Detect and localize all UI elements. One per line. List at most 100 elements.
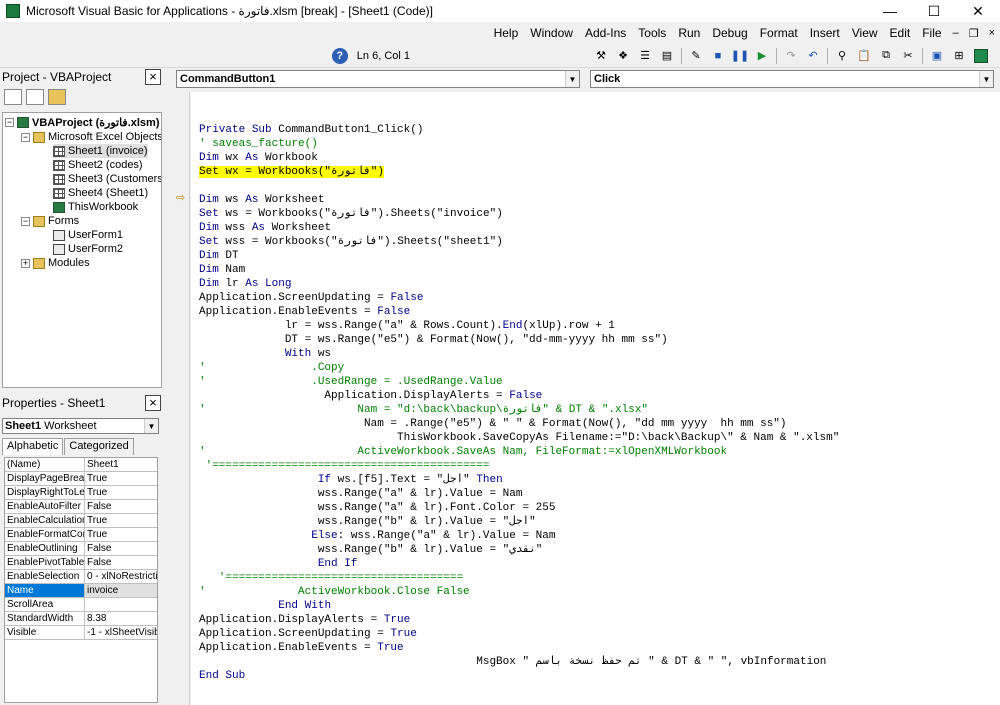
collapse-icon[interactable]: −: [5, 117, 14, 127]
view-object-icon[interactable]: [26, 89, 44, 105]
tree-modules[interactable]: + Modules: [21, 256, 90, 270]
property-value[interactable]: -1 - xlSheetVisible: [85, 626, 157, 639]
toggle-folders-icon[interactable]: [48, 89, 66, 105]
tree-sheet2[interactable]: Sheet2 (codes): [53, 158, 143, 172]
tab-categorized[interactable]: Categorized: [64, 438, 134, 455]
code-line[interactable]: Set wss = Workbooks("فاتورة").Sheets("sh…: [199, 235, 503, 249]
object-dropdown[interactable]: CommandButton1 ▼: [176, 70, 580, 88]
property-value[interactable]: Sheet1: [85, 458, 157, 471]
code-line[interactable]: With ws: [199, 347, 331, 361]
menu-add-ins[interactable]: Add-Ins: [579, 26, 632, 40]
menu-insert[interactable]: Insert: [804, 26, 846, 40]
code-line[interactable]: End Sub: [199, 669, 245, 683]
code-line[interactable]: End With: [199, 599, 331, 613]
tree-forms[interactable]: − Forms: [21, 214, 79, 228]
procedure-dropdown[interactable]: Click ▼: [590, 70, 994, 88]
minimize-button[interactable]: —: [868, 0, 912, 22]
run-icon[interactable]: ▶: [753, 47, 771, 65]
code-line[interactable]: lr = wss.Range("a" & Rows.Count).End(xlU…: [199, 319, 615, 333]
property-value[interactable]: invoice: [85, 584, 157, 597]
property-value[interactable]: 8.38: [85, 612, 157, 625]
properties-object-select[interactable]: Sheet1 Worksheet ▼: [2, 418, 159, 434]
code-line[interactable]: Dim wx As Workbook: [199, 151, 318, 165]
code-line[interactable]: ThisWorkbook.SaveCopyAs Filename:="D:\ba…: [199, 431, 839, 445]
properties-window-icon[interactable]: ☰: [636, 47, 654, 65]
code-line[interactable]: Application.EnableEvents = False: [199, 305, 410, 319]
code-line[interactable]: Nam = .Range("e5") & " " & Format(Now(),…: [199, 417, 786, 431]
property-row-selected[interactable]: Name invoice: [5, 584, 157, 598]
code-line[interactable]: wss.Range("a" & lr).Value = Nam: [199, 487, 523, 501]
property-row[interactable]: EnableAutoFilter False: [5, 500, 157, 514]
code-line[interactable]: ' .UsedRange = .UsedRange.Value: [199, 375, 503, 389]
property-row[interactable]: EnableSelection0 - xlNoRestrictions: [5, 570, 157, 584]
chevron-down-icon[interactable]: ▼: [144, 419, 158, 433]
project-close-button[interactable]: ×: [145, 69, 161, 85]
collapse-icon[interactable]: −: [21, 132, 30, 142]
mdi-restore-button[interactable]: ❐: [964, 27, 984, 40]
property-value[interactable]: False: [85, 556, 157, 569]
menu-run[interactable]: Run: [672, 26, 706, 40]
tree-userform1[interactable]: UserForm1: [53, 228, 123, 242]
mdi-minimize-button[interactable]: –: [948, 27, 964, 39]
property-row[interactable]: EnablePivotTable False: [5, 556, 157, 570]
property-row[interactable]: ScrollArea: [5, 598, 157, 612]
menu-file[interactable]: File: [916, 26, 947, 40]
code-line[interactable]: Application.EnableEvents = True: [199, 641, 404, 655]
property-value[interactable]: [85, 598, 157, 611]
code-line[interactable]: Application.DisplayAlerts = True: [199, 613, 410, 627]
tree-userform2[interactable]: UserForm2: [53, 242, 123, 256]
property-value[interactable]: True: [85, 514, 157, 527]
code-line[interactable]: Dim wss As Worksheet: [199, 221, 331, 235]
property-value[interactable]: 0 - xlNoRestrictions: [85, 570, 157, 583]
menu-edit[interactable]: Edit: [884, 26, 917, 40]
collapse-icon[interactable]: −: [21, 216, 30, 226]
tree-root[interactable]: − VBAProject (فاتورة.xlsm): [5, 115, 159, 129]
redo-icon[interactable]: ↷: [782, 47, 800, 65]
code-line[interactable]: Private Sub CommandButton1_Click(): [199, 123, 423, 137]
help-icon[interactable]: ?: [331, 47, 349, 65]
code-line[interactable]: DT = ws.Range("e5") & Format(Now(), "dd-…: [199, 333, 668, 347]
maximize-button[interactable]: ☐: [912, 0, 956, 22]
code-line[interactable]: Application.DisplayAlerts = False: [199, 389, 542, 403]
property-row[interactable]: DisplayPageBreaksTrue: [5, 472, 157, 486]
code-line[interactable]: Set wx = Workbooks("فاتورة"): [199, 165, 384, 179]
code-line[interactable]: '====================================: [199, 571, 463, 585]
property-row[interactable]: StandardWidth 8.38: [5, 612, 157, 626]
code-line[interactable]: wss.Range("b" & lr).Value = "اجل": [199, 515, 536, 529]
code-line[interactable]: '=======================================…: [199, 459, 490, 473]
tree-sheet1[interactable]: Sheet1 (invoice): [53, 144, 148, 158]
tree-excel-objects[interactable]: − Microsoft Excel Objects: [21, 130, 161, 144]
property-value[interactable]: True: [85, 528, 157, 541]
property-value[interactable]: True: [85, 472, 157, 485]
menu-format[interactable]: Format: [754, 26, 804, 40]
undo-icon[interactable]: ↶: [804, 47, 822, 65]
paste-icon[interactable]: 📋: [855, 47, 873, 65]
properties-close-button[interactable]: ×: [145, 395, 161, 411]
view-excel-icon[interactable]: [972, 47, 990, 65]
menu-debug[interactable]: Debug: [706, 26, 753, 40]
code-line[interactable]: wss.Range("b" & lr).Value = "نقدي": [199, 543, 543, 557]
code-line[interactable]: wss.Range("a" & lr).Font.Color = 255: [199, 501, 556, 515]
code-line[interactable]: ' Nam = "d:\back\backup\فاتورة" & DT & "…: [199, 403, 648, 417]
property-row[interactable]: EnableOutlining False: [5, 542, 157, 556]
property-row[interactable]: Visible-1 - xlSheetVisible: [5, 626, 157, 640]
save-icon[interactable]: ▣: [928, 47, 946, 65]
tree-sheet4[interactable]: Sheet4 (Sheet1): [53, 186, 148, 200]
reset-icon[interactable]: ■: [709, 47, 727, 65]
menu-view[interactable]: View: [846, 26, 884, 40]
code-line[interactable]: Dim ws As Worksheet: [199, 193, 324, 207]
property-row[interactable]: (Name) Sheet1: [5, 458, 157, 472]
mdi-close-button[interactable]: ×: [984, 27, 1000, 39]
object-browser-icon[interactable]: ❖: [614, 47, 632, 65]
view-code-icon[interactable]: [4, 89, 22, 105]
expand-icon[interactable]: +: [21, 258, 30, 268]
code-line[interactable]: Application.ScreenUpdating = True: [199, 627, 417, 641]
cut-icon[interactable]: ✂: [899, 47, 917, 65]
code-line[interactable]: Application.ScreenUpdating = False: [199, 291, 423, 305]
insert-userform-icon[interactable]: ⊞: [950, 47, 968, 65]
design-mode-icon[interactable]: ✎: [687, 47, 705, 65]
code-line[interactable]: End If: [199, 557, 358, 571]
menu-help[interactable]: Help: [488, 26, 525, 40]
tab-alphabetic[interactable]: Alphabetic: [2, 438, 64, 455]
code-line[interactable]: Dim Nam: [199, 263, 245, 277]
